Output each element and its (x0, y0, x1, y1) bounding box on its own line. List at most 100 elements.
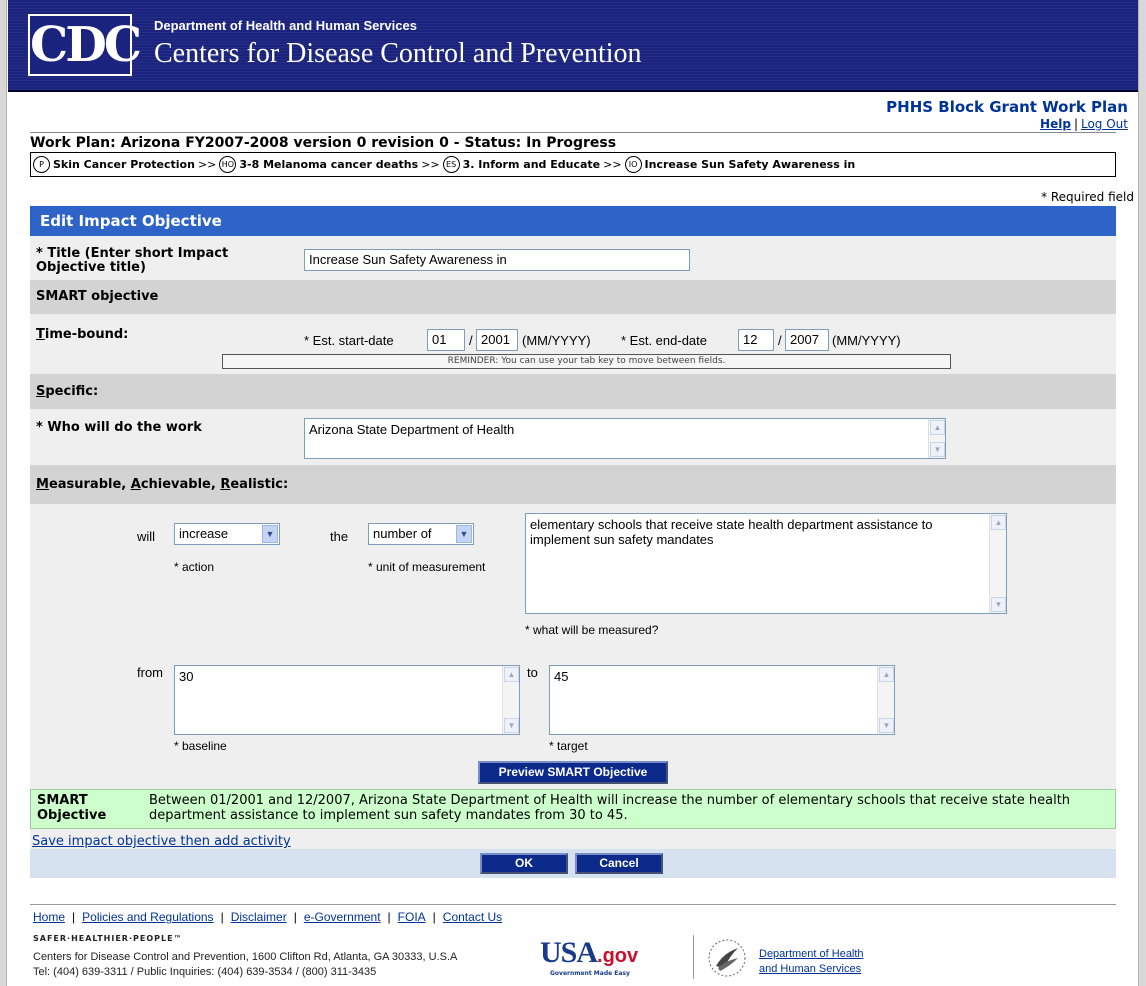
baseline-scrollbar[interactable]: ▲ ▼ (502, 666, 519, 734)
footer-link-egov[interactable]: e-Government (304, 910, 381, 924)
measurable-m: M (36, 477, 49, 492)
preview-smart-objective-button[interactable]: Preview SMART Objective (478, 761, 668, 784)
required-field-note: * Required field (1041, 190, 1134, 204)
logout-link[interactable]: Log Out (1081, 117, 1128, 131)
start-date-label: * Est. start-date (304, 333, 394, 348)
footer-link-disclaimer[interactable]: Disclaimer (231, 910, 287, 924)
badge-health-objective: HO (219, 156, 237, 173)
measurable-section: Measurable, Achievable, Realistic: (30, 465, 1116, 504)
title-label: * Title (Enter short Impact Objective ti… (36, 246, 229, 275)
crumb-health-objective[interactable]: 3-8 Melanoma cancer deaths (239, 158, 418, 171)
footer-sep: | (432, 910, 436, 924)
smart-objective-preview: SMART Objective Between 01/2001 and 12/2… (30, 789, 1116, 829)
window-frame-left (0, 0, 7, 986)
form-button-bar: OK Cancel (30, 849, 1116, 878)
who-label: * Who will do the work (36, 420, 202, 435)
scroll-down-icon[interactable]: ▼ (930, 442, 945, 457)
ok-button[interactable]: OK (480, 853, 568, 874)
achievable-a: A (130, 477, 141, 492)
start-date-slash: / (469, 333, 473, 348)
to-label: to (527, 665, 538, 680)
action-select[interactable]: increase ▼ (174, 523, 280, 545)
time-bound-label: Time-bound: (36, 328, 128, 342)
footer-sep: | (293, 910, 297, 924)
banner-department: Department of Health and Human Services (154, 18, 417, 33)
crumb-essential-service[interactable]: 3. Inform and Educate (463, 158, 600, 171)
unit-select[interactable]: number of ▼ (368, 523, 474, 545)
crumb-program[interactable]: Skin Cancer Protection (53, 158, 195, 171)
who-textarea[interactable]: Arizona State Department of Health ▲ ▼ (304, 418, 946, 459)
baseline-textarea[interactable]: 30 ▲ ▼ (174, 665, 520, 735)
banner-agency: Centers for Disease Control and Preventi… (154, 38, 642, 69)
usagov-wordmark: USA.gov (540, 936, 638, 970)
badge-essential-service: ES (442, 156, 460, 173)
help-link[interactable]: Help (1040, 117, 1071, 131)
footer-phone-line: Tel: (404) 639-3311 / Public Inquiries: … (33, 966, 377, 978)
realistic-r: R (220, 477, 231, 492)
save-and-add-activity-link[interactable]: Save impact objective then add activity (32, 834, 291, 849)
breadcrumb: P Skin Cancer Protection >> HO 3-8 Melanoma… (30, 152, 1116, 177)
cancel-button[interactable]: Cancel (575, 853, 663, 874)
scroll-up-icon[interactable]: ▲ (504, 667, 519, 682)
hhs-link[interactable]: Department of Health and Human Services (759, 947, 884, 977)
baseline-label: * baseline (174, 739, 227, 753)
footer-link-policies[interactable]: Policies and Regulations (82, 910, 213, 924)
end-date-slash: / (778, 333, 782, 348)
smart-objective-text: Between 01/2001 and 12/2007, Arizona Sta… (149, 793, 1071, 823)
target-label: * target (549, 739, 588, 753)
scroll-up-icon[interactable]: ▲ (879, 667, 894, 682)
smart-objective-label: SMART Objective (37, 793, 107, 823)
start-month-input[interactable]: 01 (427, 329, 465, 351)
start-date-format: (MM/YYYY) (522, 333, 591, 348)
title-input[interactable]: Increase Sun Safety Awareness in (304, 249, 690, 271)
end-year-input[interactable]: 2007 (785, 329, 829, 351)
badge-impact-objective: IO (624, 156, 642, 173)
crumb-sep: >> (421, 158, 440, 171)
unit-label: * unit of measurement (368, 560, 486, 574)
footer-link-contact[interactable]: Contact Us (443, 910, 502, 924)
measured-scrollbar[interactable]: ▲ ▼ (989, 514, 1006, 613)
cdc-banner: CDC Department of Health and Human Servi… (8, 0, 1138, 92)
crumb-sep: >> (197, 158, 217, 171)
realistic-rest: ealistic: (230, 477, 289, 492)
end-date-format: (MM/YYYY) (832, 333, 901, 348)
target-scrollbar[interactable]: ▲ ▼ (877, 666, 894, 734)
the-label: the (330, 529, 349, 544)
usagov-gov: .gov (597, 945, 639, 967)
crumb-impact-objective: Increase Sun Safety Awareness in (644, 158, 856, 171)
footer-address-line: Centers for Disease Control and Preventi… (33, 951, 458, 963)
target-textarea[interactable]: 45 ▲ ▼ (549, 665, 895, 735)
time-bound-accesskey: T (36, 327, 45, 342)
action-value: increase (179, 526, 229, 541)
start-year-input[interactable]: 2001 (476, 329, 518, 351)
specific-section: Specific: (30, 374, 1116, 409)
who-scrollbar[interactable]: ▲ ▼ (928, 419, 945, 458)
who-value: Arizona State Department of Health (309, 422, 515, 437)
scroll-down-icon[interactable]: ▼ (504, 718, 519, 733)
footer-links: Home | Policies and Regulations | Disclaimer… (33, 910, 502, 924)
footer-link-home[interactable]: Home (33, 910, 65, 924)
footer-vertical-divider (693, 935, 694, 979)
scroll-up-icon[interactable]: ▲ (930, 420, 945, 435)
measured-label: * what will be measured? (525, 623, 659, 637)
unit-value: number of (373, 526, 432, 541)
scroll-up-icon[interactable]: ▲ (991, 515, 1006, 530)
target-value: 45 (554, 669, 569, 684)
scroll-down-icon[interactable]: ▼ (991, 597, 1006, 612)
usagov-logo[interactable]: USA.gov Government Made Easy (540, 936, 680, 980)
scroll-down-icon[interactable]: ▼ (879, 718, 894, 733)
specific-rest: pecific: (45, 384, 99, 399)
footer-address: Centers for Disease Control and Preventi… (33, 950, 457, 980)
chevron-down-icon[interactable]: ▼ (456, 525, 472, 543)
measured-textarea[interactable]: elementary schools that receive state he… (525, 513, 1007, 614)
help-logout-row: Help | Log Out (1040, 117, 1128, 131)
footer-link-foia[interactable]: FOIA (398, 910, 426, 924)
hhs-eagle-icon[interactable] (706, 938, 748, 978)
chevron-down-icon[interactable]: ▼ (262, 525, 278, 543)
end-month-input[interactable]: 12 (738, 329, 774, 351)
measurable-rest: easurable, (48, 477, 131, 492)
crumb-sep: >> (603, 158, 622, 171)
end-date-label: * Est. end-date (621, 333, 707, 348)
window-frame-right (1138, 0, 1146, 986)
footer-sep: | (387, 910, 391, 924)
